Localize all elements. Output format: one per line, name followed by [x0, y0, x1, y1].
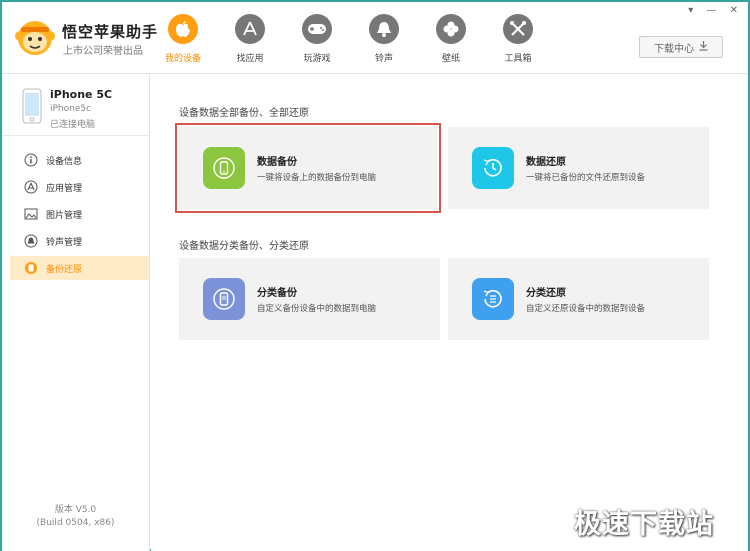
version-info: 版本 V5.0 (Build 0504, x86) — [2, 504, 149, 530]
nav-label: 我的设备 — [164, 54, 201, 64]
minimize-icon[interactable]: — — [706, 5, 716, 16]
card-title: 分类还原 — [526, 288, 566, 299]
nav-ringtones[interactable]: 铃声 — [354, 14, 414, 64]
restore-clock-icon — [472, 147, 514, 189]
data-backup-card[interactable]: 数据备份 一键将设备上的数据备份到电脑 — [175, 123, 441, 213]
window-controls: ▾ — ✕ — [678, 5, 738, 16]
phone-backup-icon — [203, 147, 245, 189]
nav-toolbox[interactable]: 工具箱 — [488, 14, 548, 64]
sidebar-item-image-manage[interactable]: 图片管理 — [10, 202, 149, 226]
sidebar-item-device-info[interactable]: 设备信息 — [10, 148, 149, 172]
clover-icon — [436, 14, 466, 44]
iphone-icon — [22, 88, 42, 124]
tools-icon — [503, 14, 533, 44]
nav-games[interactable]: 玩游戏 — [287, 14, 347, 64]
device-status: 已连接电脑 — [50, 120, 96, 130]
sidebar-item-label: 备份还原 — [46, 264, 83, 275]
close-icon[interactable]: ✕ — [730, 5, 738, 16]
sidebar: iPhone 5C iPhone5c 已连接电脑 设备信息 应用管理 图片管理 … — [2, 74, 150, 551]
menu-dropdown-icon[interactable]: ▾ — [688, 5, 693, 16]
card-desc: 一键将已备份的文件还原到设备 — [526, 173, 646, 183]
nav-label: 壁纸 — [441, 54, 460, 64]
sidebar-item-label: 设备信息 — [46, 156, 83, 167]
image-icon — [24, 207, 38, 221]
section-title-category: 设备数据分类备份、分类还原 — [179, 241, 309, 252]
app-subtitle: 上市公司荣誉出品 — [63, 46, 143, 57]
bell-icon — [24, 234, 38, 248]
nav-label: 工具箱 — [504, 54, 532, 64]
card-desc: 一键将设备上的数据备份到电脑 — [257, 173, 377, 183]
device-name: iPhone 5C — [50, 88, 113, 101]
nav-label: 找应用 — [236, 54, 264, 64]
download-center-button[interactable]: 下载中心 — [639, 36, 723, 58]
section-title-all: 设备数据全部备份、全部还原 — [179, 108, 309, 119]
main-content: 设备数据全部备份、全部还原 数据备份 一键将设备上的数据备份到电脑 数据还原 一… — [151, 75, 748, 551]
monkey-logo-icon — [14, 16, 56, 58]
category-restore-card[interactable]: 分类还原 自定义还原设备中的数据到设备 — [448, 258, 709, 340]
apple-icon — [168, 14, 198, 44]
backup-icon — [24, 261, 38, 275]
download-arrow-icon — [699, 40, 708, 54]
device-model: iPhone5c — [50, 104, 92, 114]
sidebar-item-backup-restore[interactable]: 备份还原 — [10, 256, 149, 280]
bell-icon — [369, 14, 399, 44]
version-build: (Build 0504, x86) — [36, 518, 115, 528]
app-window: 悟空苹果助手 上市公司荣誉出品 我的设备 找应用 玩游戏 铃声 壁纸 工具箱 ▾… — [0, 0, 750, 551]
sidebar-item-app-manage[interactable]: 应用管理 — [10, 175, 149, 199]
card-desc: 自定义备份设备中的数据到电脑 — [257, 304, 377, 314]
download-center-label: 下载中心 — [654, 43, 694, 55]
category-backup-icon — [203, 278, 245, 320]
nav-find-apps[interactable]: 找应用 — [220, 14, 280, 64]
nav-label: 玩游戏 — [303, 54, 331, 64]
sidebar-item-ringtone-manage[interactable]: 铃声管理 — [10, 229, 149, 253]
category-restore-icon — [472, 278, 514, 320]
card-title: 数据备份 — [257, 157, 297, 168]
sidebar-item-label: 图片管理 — [46, 210, 83, 221]
nav-wallpapers[interactable]: 壁纸 — [421, 14, 481, 64]
nav-my-device[interactable]: 我的设备 — [153, 14, 213, 64]
version-number: 版本 V5.0 — [54, 505, 97, 515]
card-title: 数据还原 — [526, 157, 566, 168]
gamepad-icon — [302, 14, 332, 44]
sidebar-item-label: 铃声管理 — [46, 237, 83, 248]
watermark: 极速下载站 — [574, 509, 714, 540]
top-bar: 悟空苹果助手 上市公司荣誉出品 我的设备 找应用 玩游戏 铃声 壁纸 工具箱 ▾… — [2, 2, 748, 74]
app-title: 悟空苹果助手 — [62, 23, 159, 41]
device-info-panel: iPhone 5C iPhone5c 已连接电脑 — [2, 74, 149, 136]
card-desc: 自定义还原设备中的数据到设备 — [526, 304, 646, 314]
info-icon — [24, 153, 38, 167]
card-title: 分类备份 — [257, 288, 297, 299]
data-restore-card[interactable]: 数据还原 一键将已备份的文件还原到设备 — [448, 127, 709, 209]
app-store-icon — [235, 14, 265, 44]
app-manage-icon — [24, 180, 38, 194]
sidebar-item-label: 应用管理 — [46, 183, 83, 194]
nav-label: 铃声 — [374, 54, 393, 64]
category-backup-card[interactable]: 分类备份 自定义备份设备中的数据到电脑 — [179, 258, 440, 340]
